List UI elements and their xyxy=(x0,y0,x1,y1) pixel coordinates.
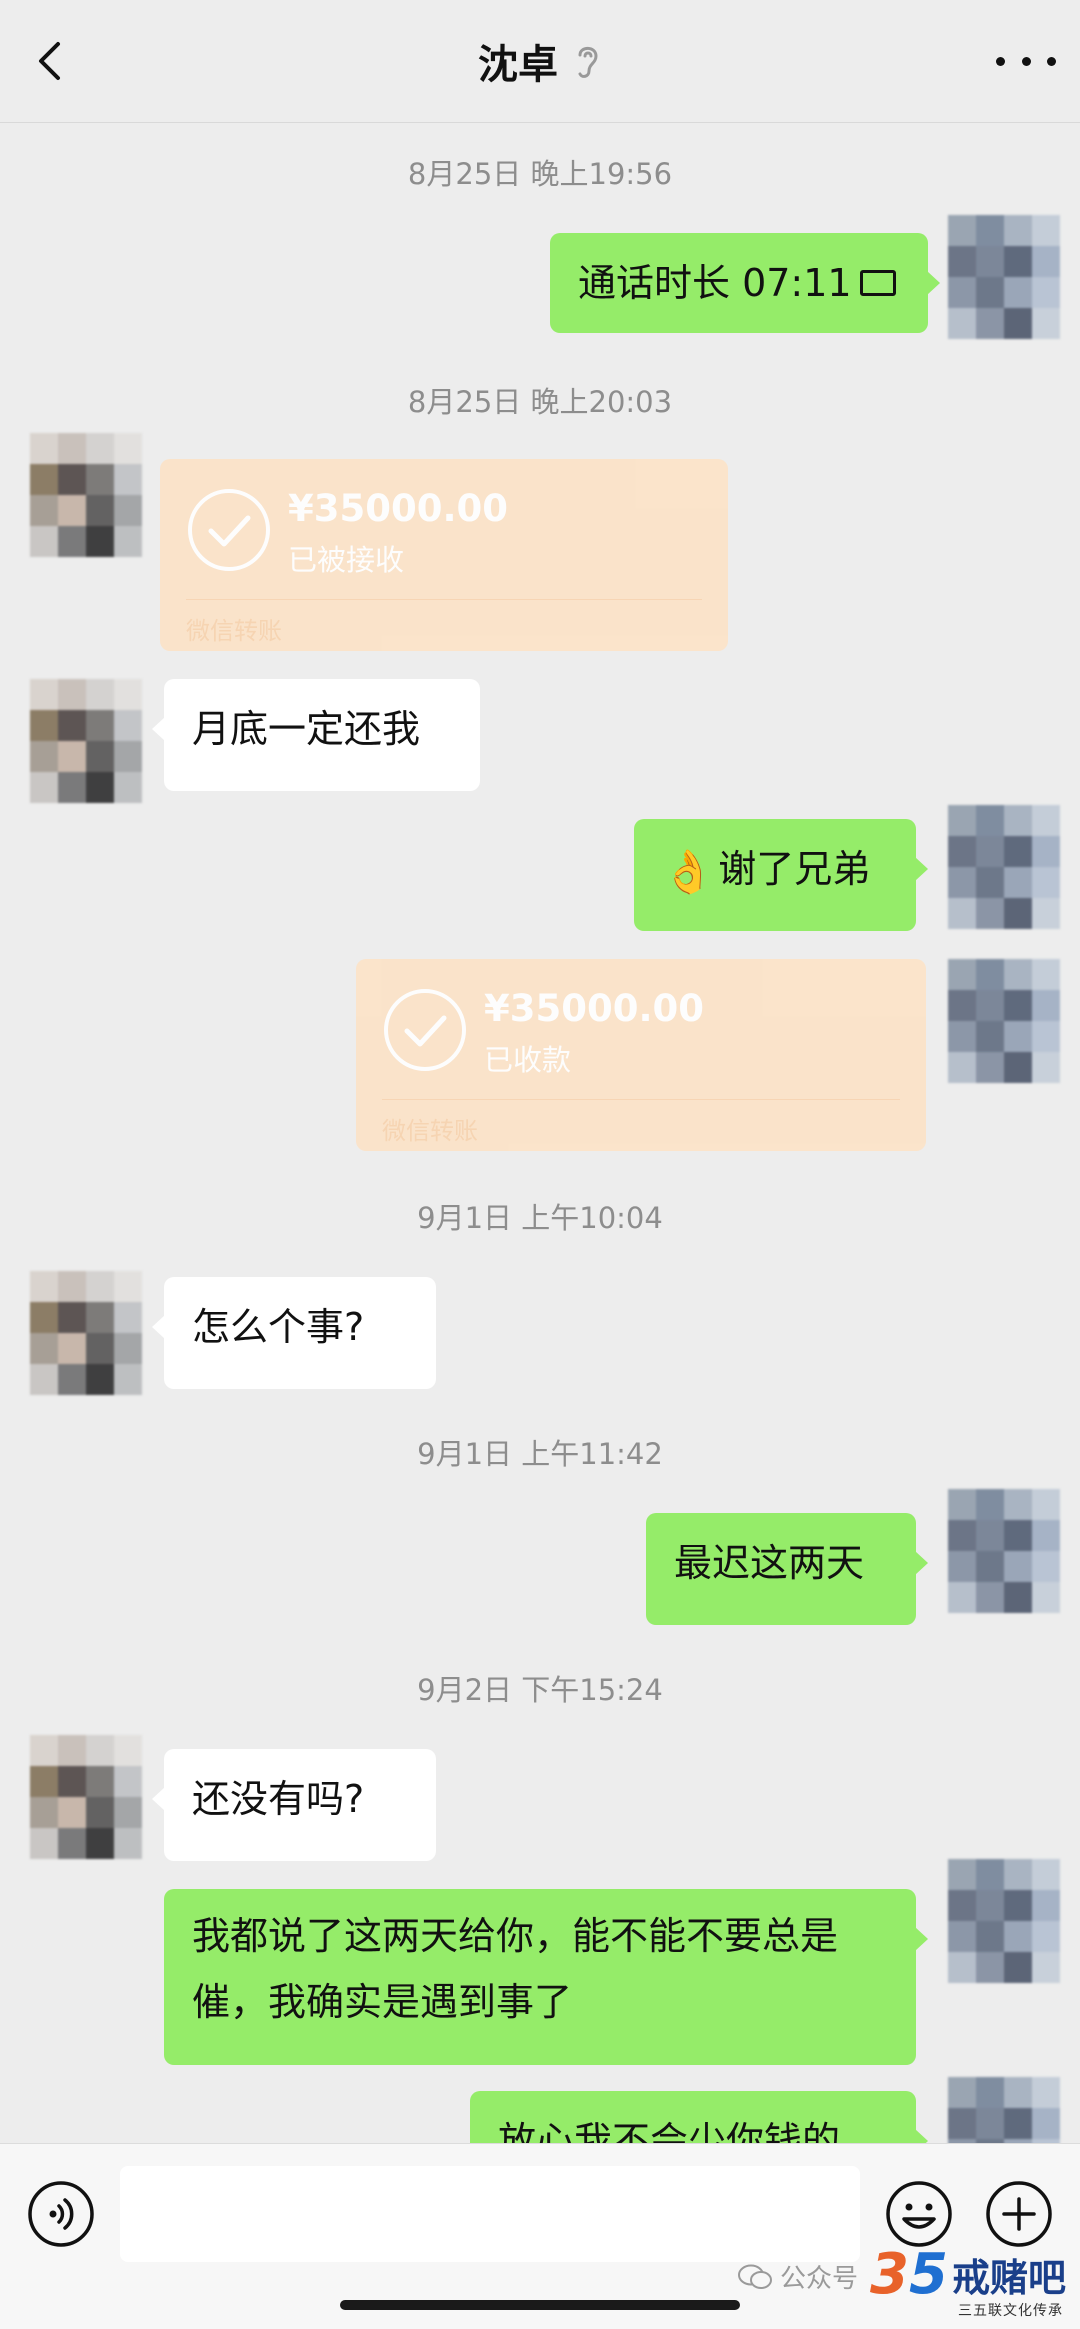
divider xyxy=(186,599,702,600)
my-message[interactable]: 👌 谢了兄弟 xyxy=(634,819,928,931)
emoji-icon[interactable] xyxy=(884,2179,954,2249)
timestamp: 8月25日 晚上20:03 xyxy=(407,385,673,419)
transfer-brand: 微信转账 xyxy=(382,1117,478,1145)
contact-avatar[interactable] xyxy=(30,1735,142,1859)
transfer-card[interactable]: ¥35000.00 已被接收 微信转账 xyxy=(160,459,728,651)
transfer-amount: ¥35000.00 xyxy=(288,487,509,530)
timestamp: 9月2日 下午15:24 xyxy=(417,1673,663,1707)
my-avatar[interactable] xyxy=(948,1489,1060,1613)
chat-message-list[interactable]: 8月25日 晚上19:56 通话时长 07:11 8月25日 晚上20:03 ¥… xyxy=(0,123,1080,2143)
peer-message[interactable]: 怎么个事? xyxy=(152,1277,436,1389)
watermark-source-text: 公众号 xyxy=(780,2264,859,2294)
watermark-logo: 35 戒赌吧 xyxy=(870,2242,1066,2307)
my-message[interactable]: 我都说了这两天给你，能不能不要总是催，我确实是遇到事了 xyxy=(164,1889,928,2065)
transfer-status: 已收款 xyxy=(484,1043,572,1077)
call-duration-text: 通话时长 07:11 xyxy=(578,261,852,305)
my-avatar[interactable] xyxy=(948,805,1060,929)
wechat-icon xyxy=(738,2264,772,2289)
my-avatar[interactable] xyxy=(948,959,1060,1083)
my-avatar[interactable] xyxy=(948,1859,1060,1983)
my-message[interactable]: 最迟这两天 xyxy=(646,1513,928,1625)
peer-message[interactable]: 月底一定还我 xyxy=(152,679,480,791)
my-message[interactable]: 放心我不会少你钱的 xyxy=(470,2091,928,2143)
ear-icon xyxy=(578,46,598,78)
home-indicator[interactable] xyxy=(340,2300,740,2310)
contact-avatar[interactable] xyxy=(30,1271,142,1395)
peer-message[interactable]: 还没有吗? xyxy=(152,1749,436,1861)
transfer-status: 已被接收 xyxy=(288,543,405,577)
transfer-card[interactable]: ¥35000.00 已收款 微信转账 xyxy=(356,959,926,1151)
contact-avatar[interactable] xyxy=(30,679,142,803)
divider xyxy=(382,1099,900,1100)
message-input[interactable] xyxy=(120,2166,860,2262)
plus-icon[interactable] xyxy=(984,2179,1054,2249)
my-avatar[interactable] xyxy=(948,215,1060,339)
my-avatar[interactable] xyxy=(948,2077,1060,2143)
contact-avatar[interactable] xyxy=(30,433,142,557)
transfer-amount: ¥35000.00 xyxy=(484,987,705,1030)
timestamp: 8月25日 晚上19:56 xyxy=(407,157,673,191)
watermark-number: 35 xyxy=(870,2242,948,2307)
watermark-subtitle: 三五联文化传承 xyxy=(958,2303,1063,2319)
transfer-brand: 微信转账 xyxy=(186,617,282,645)
check-circle-icon xyxy=(384,989,466,1071)
message-text: 谢了兄弟 xyxy=(718,847,871,891)
voice-icon[interactable] xyxy=(26,2179,96,2249)
watermark-name: 戒赌吧 xyxy=(951,2256,1066,2300)
chat-title: 沈卓 xyxy=(478,42,558,88)
ok-hand-emoji: 👌 xyxy=(662,846,715,896)
call-duration-message[interactable]: 通话时长 07:11 xyxy=(550,233,940,333)
more-dots-icon[interactable] xyxy=(996,46,1056,76)
timestamp: 9月1日 上午10:04 xyxy=(417,1201,663,1235)
watermark-source: 公众号 xyxy=(738,2258,858,2295)
top-navigation-bar: 沈卓 xyxy=(0,0,1080,123)
check-circle-icon xyxy=(188,489,270,571)
timestamp: 9月1日 上午11:42 xyxy=(417,1437,663,1471)
video-call-icon xyxy=(859,269,896,296)
title-area: 沈卓 xyxy=(0,0,1080,122)
